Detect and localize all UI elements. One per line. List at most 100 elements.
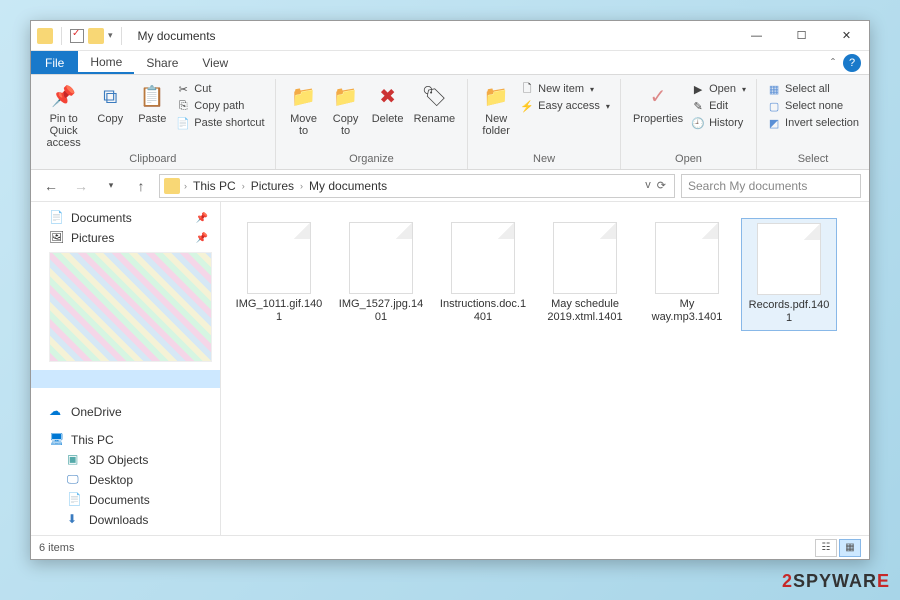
folder-icon[interactable]: [88, 28, 104, 44]
maximize-button[interactable]: ☐: [779, 21, 824, 51]
view-details-button[interactable]: ☷: [815, 539, 837, 557]
refresh-icon[interactable]: ⟳: [657, 179, 666, 192]
ribbon-group-clipboard: 📌Pin to Quick access ⧉Copy 📋Paste ✂Cut ⎘…: [31, 79, 276, 169]
rename-button[interactable]: 🏷Rename: [410, 81, 460, 127]
file-item[interactable]: Instructions.doc.1401: [435, 218, 531, 330]
edit-button[interactable]: ✎Edit: [689, 98, 748, 114]
tab-view[interactable]: View: [190, 51, 240, 74]
move-to-button[interactable]: 📁Move to: [284, 81, 324, 139]
onedrive-icon: ☁: [49, 404, 65, 420]
document-icon: 📄: [67, 492, 83, 508]
tree-3dobjects[interactable]: ▣3D Objects: [31, 450, 220, 470]
desktop-icon: 🖵: [67, 472, 83, 488]
easy-access-button[interactable]: ⚡Easy access▾: [518, 98, 612, 114]
file-name: May schedule 2019.xtml.1401: [541, 298, 629, 324]
qat-check-icon[interactable]: [70, 29, 84, 43]
file-item[interactable]: My way.mp3.1401: [639, 218, 735, 330]
history-button[interactable]: 🕘History: [689, 115, 748, 131]
pin-icon: 📌: [196, 233, 216, 244]
copy-to-icon: 📁: [332, 83, 360, 111]
easy-access-icon: ⚡: [520, 99, 534, 113]
minimize-button[interactable]: —: [734, 21, 779, 51]
watermark-2: 2: [782, 571, 793, 591]
invert-selection-icon: ◩: [767, 116, 781, 130]
recent-dropdown-icon[interactable]: ▾: [99, 174, 123, 198]
forward-button[interactable]: →: [69, 174, 93, 198]
cut-button[interactable]: ✂Cut: [174, 81, 266, 97]
file-item[interactable]: May schedule 2019.xtml.1401: [537, 218, 633, 330]
search-input[interactable]: Search My documents: [681, 174, 861, 198]
tree-pictures[interactable]: 🖼Pictures📌: [31, 228, 220, 248]
select-none-icon: ▢: [767, 99, 781, 113]
tab-file[interactable]: File: [31, 51, 78, 74]
folder-preview: [49, 252, 212, 362]
up-button[interactable]: ↑: [129, 174, 153, 198]
file-name: IMG_1011.gif.1401: [235, 298, 323, 324]
view-large-button[interactable]: ▦: [839, 539, 861, 557]
item-count: 6 items: [39, 542, 74, 554]
navigation-bar: ← → ▾ ↑ › This PC › Pictures › My docume…: [31, 170, 869, 202]
file-item[interactable]: IMG_1011.gif.1401: [231, 218, 327, 330]
tree-downloads[interactable]: ⬇Downloads: [31, 510, 220, 530]
open-button[interactable]: ▶Open▾: [689, 81, 748, 97]
copy-path-button[interactable]: ⎘Copy path: [174, 98, 266, 114]
tree-onedrive[interactable]: ☁OneDrive: [31, 402, 220, 422]
collapse-ribbon-icon[interactable]: ˆ: [823, 51, 843, 74]
ribbon-group-organize: 📁Move to 📁Copy to ✖Delete 🏷Rename Organi…: [276, 79, 469, 169]
file-thumb: [553, 222, 617, 294]
3d-icon: ▣: [67, 452, 83, 468]
new-folder-button[interactable]: 📁New folder: [476, 81, 516, 139]
history-icon: 🕘: [691, 116, 705, 130]
invert-selection-button[interactable]: ◩Invert selection: [765, 115, 861, 131]
tree-music[interactable]: ♪Music: [31, 530, 220, 535]
ribbon: 📌Pin to Quick access ⧉Copy 📋Paste ✂Cut ⎘…: [31, 75, 869, 170]
window-title: My documents: [132, 29, 216, 43]
pin-quick-access-button[interactable]: 📌Pin to Quick access: [39, 81, 88, 151]
explorer-body: 📄Documents📌 🖼Pictures📌 ☁OneDrive 🖥This P…: [31, 202, 869, 535]
tree-desktop[interactable]: 🖵Desktop: [31, 470, 220, 490]
file-item-selected[interactable]: Records.pdf.1401: [741, 218, 837, 330]
select-all-button[interactable]: ▦Select all: [765, 81, 861, 97]
select-none-button[interactable]: ▢Select none: [765, 98, 861, 114]
cut-icon: ✂: [176, 82, 190, 96]
navigation-tree[interactable]: 📄Documents📌 🖼Pictures📌 ☁OneDrive 🖥This P…: [31, 202, 221, 535]
new-item-icon: 🗋: [520, 82, 534, 96]
breadcrumb-mydocuments[interactable]: My documents: [305, 179, 391, 193]
tree-selected-item[interactable]: [31, 370, 220, 388]
tree-thispc[interactable]: 🖥This PC: [31, 430, 220, 450]
close-button[interactable]: ✕: [824, 21, 869, 51]
tab-share[interactable]: Share: [134, 51, 190, 74]
file-list[interactable]: IMG_1011.gif.1401 IMG_1527.jpg.1401 Inst…: [221, 202, 869, 535]
help-icon[interactable]: ?: [843, 54, 861, 72]
divider: [121, 27, 122, 45]
address-bar[interactable]: › This PC › Pictures › My documents v ⟳: [159, 174, 675, 198]
music-icon: ♪: [67, 532, 83, 535]
copy-button[interactable]: ⧉Copy: [90, 81, 130, 127]
tab-home[interactable]: Home: [78, 51, 134, 74]
delete-button[interactable]: ✖Delete: [368, 81, 408, 127]
folder-icon: [164, 178, 180, 194]
ribbon-group-new: 📁New folder 🗋New item▾ ⚡Easy access▾ New: [468, 79, 621, 169]
qat-dropdown-icon[interactable]: ▾: [108, 30, 113, 41]
tree-documents[interactable]: 📄Documents📌: [31, 208, 220, 228]
address-dropdown-icon[interactable]: v: [645, 179, 651, 192]
back-button[interactable]: ←: [39, 174, 63, 198]
pictures-icon: 🖼: [49, 230, 65, 246]
select-all-icon: ▦: [767, 82, 781, 96]
copy-icon: ⧉: [96, 83, 124, 111]
paste-shortcut-button[interactable]: 📄Paste shortcut: [174, 115, 266, 131]
paste-button[interactable]: 📋Paste: [132, 81, 172, 127]
breadcrumb-pictures[interactable]: Pictures: [247, 179, 298, 193]
properties-button[interactable]: ✓Properties: [629, 81, 687, 127]
status-bar: 6 items ☷ ▦: [31, 535, 869, 559]
breadcrumb-thispc[interactable]: This PC: [189, 179, 240, 193]
edit-icon: ✎: [691, 99, 705, 113]
new-item-button[interactable]: 🗋New item▾: [518, 81, 612, 97]
paste-icon: 📋: [138, 83, 166, 111]
copy-to-button[interactable]: 📁Copy to: [326, 81, 366, 139]
chevron-right-icon: ›: [300, 181, 303, 191]
file-item[interactable]: IMG_1527.jpg.1401: [333, 218, 429, 330]
downloads-icon: ⬇: [67, 512, 83, 528]
file-thumb: [349, 222, 413, 294]
tree-documents2[interactable]: 📄Documents: [31, 490, 220, 510]
